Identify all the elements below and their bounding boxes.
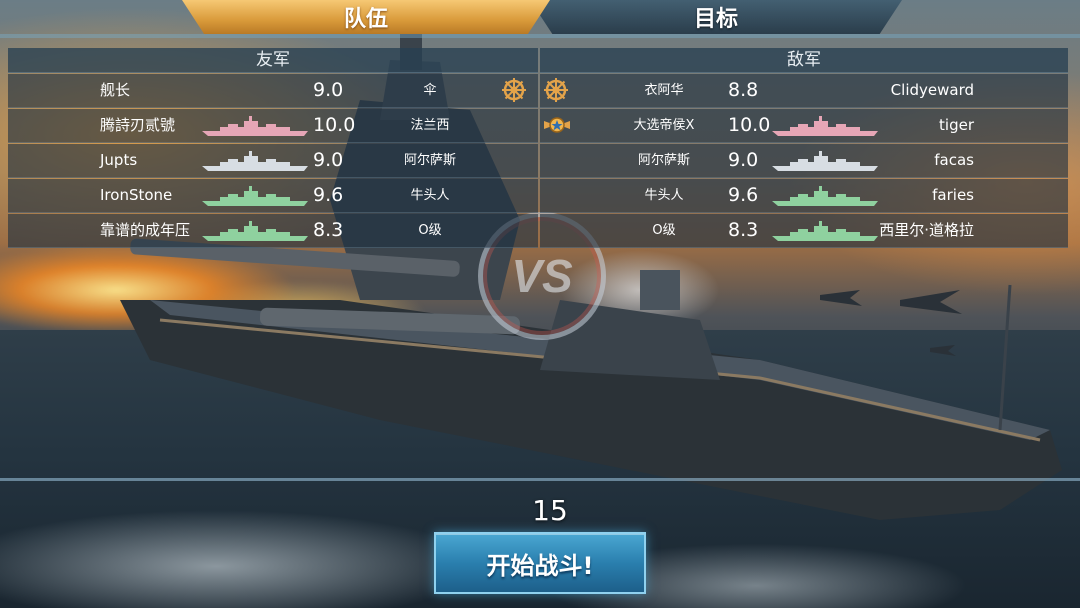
- ship-type: 阿尔萨斯: [637, 153, 690, 168]
- ally-player-row: 舰长 9.0 伞: [8, 74, 538, 108]
- bottom-divider: [0, 478, 1080, 481]
- start-battle-button[interactable]: 开始战斗!: [434, 532, 646, 594]
- enemy-player-row: Clidyeward 8.8 衣阿华: [540, 74, 1068, 108]
- ally-player-row: 腾詩刃贰號 10.0 法兰西: [8, 109, 538, 143]
- ship-type: 大选帝侯X: [633, 118, 695, 133]
- ally-player-row: Jupts 9.0 阿尔萨斯: [8, 144, 538, 178]
- tab-team-label: 队伍: [343, 7, 388, 32]
- enemy-roster: 敌军 Clidyeward 8.8 衣阿华 tiger 10.0 大选帝侯X facas 9.…: [540, 48, 1068, 248]
- ship-type: 阿尔萨斯: [403, 153, 456, 168]
- ship-silhouette-icon: [200, 115, 310, 137]
- ship-silhouette-icon: [200, 150, 310, 172]
- winged-star-icon: [542, 111, 572, 144]
- ship-wheel-icon: [500, 76, 528, 109]
- ship-silhouette-icon: [770, 185, 880, 207]
- start-battle-label: 开始战斗!: [486, 551, 594, 580]
- tab-team[interactable]: 队伍: [182, 0, 550, 34]
- ship-rating: 9.0: [313, 149, 344, 171]
- player-name: faries: [932, 186, 974, 204]
- ship-rating: 10.0: [313, 114, 356, 136]
- enemy-player-row: 西里尔·道格拉 8.3 O级: [540, 214, 1068, 248]
- ship-silhouette-icon: [200, 185, 310, 207]
- ship-rating: 9.0: [313, 79, 344, 101]
- player-name: Jupts: [100, 151, 138, 169]
- player-name: IronStone: [100, 186, 173, 204]
- ally-player-row: 靠谱的成年压 8.3 O级: [8, 214, 538, 248]
- ship-rating: 9.6: [728, 184, 759, 206]
- player-name: tiger: [939, 116, 974, 134]
- tab-underline: [0, 34, 1080, 38]
- ship-type: O级: [418, 223, 442, 238]
- enemy-player-row: tiger 10.0 大选帝侯X: [540, 109, 1068, 143]
- ship-type: 牛头人: [410, 188, 450, 203]
- enemy-header: 敌军: [540, 48, 1068, 73]
- tab-bar: 目标 队伍: [0, 0, 1080, 38]
- versus-label: VS: [511, 250, 573, 302]
- player-name: facas: [934, 151, 974, 169]
- ship-silhouette-icon: [770, 220, 880, 242]
- ship-silhouette-icon: [770, 115, 880, 137]
- ally-header: 友军: [8, 48, 538, 73]
- ship-rating: 9.6: [313, 184, 344, 206]
- ship-rating: 10.0: [728, 114, 771, 136]
- ship-wheel-icon: [542, 76, 570, 109]
- ship-rating: 9.0: [728, 149, 759, 171]
- ship-rating: 8.8: [728, 79, 759, 101]
- ship-silhouette-icon: [770, 150, 880, 172]
- ship-type: 伞: [423, 83, 437, 98]
- ship-type: 牛头人: [644, 188, 684, 203]
- countdown-timer: 15: [532, 494, 568, 527]
- enemy-player-row: faries 9.6 牛头人: [540, 179, 1068, 213]
- ship-type: 法兰西: [410, 118, 450, 133]
- player-name: Clidyeward: [890, 81, 974, 99]
- ship-type: O级: [652, 223, 676, 238]
- tab-target[interactable]: 目标: [530, 0, 902, 34]
- enemy-player-row: facas 9.0 阿尔萨斯: [540, 144, 1068, 178]
- ship-silhouette-icon: [200, 220, 310, 242]
- player-name: 舰长: [100, 81, 131, 99]
- ship-type: 衣阿华: [644, 83, 684, 98]
- player-name: 靠谱的成年压: [100, 221, 191, 239]
- ally-player-row: IronStone 9.6 牛头人: [8, 179, 538, 213]
- player-name: 腾詩刃贰號: [100, 116, 176, 134]
- tab-target-label: 目标: [693, 7, 738, 32]
- player-name: 西里尔·道格拉: [879, 221, 974, 239]
- ally-roster: 友军 舰长 9.0 伞腾詩刃贰號 10.0 法兰西 Jupts 9.0 阿尔萨斯 IronSto…: [8, 48, 538, 248]
- ship-rating: 8.3: [313, 219, 344, 241]
- ship-rating: 8.3: [728, 219, 759, 241]
